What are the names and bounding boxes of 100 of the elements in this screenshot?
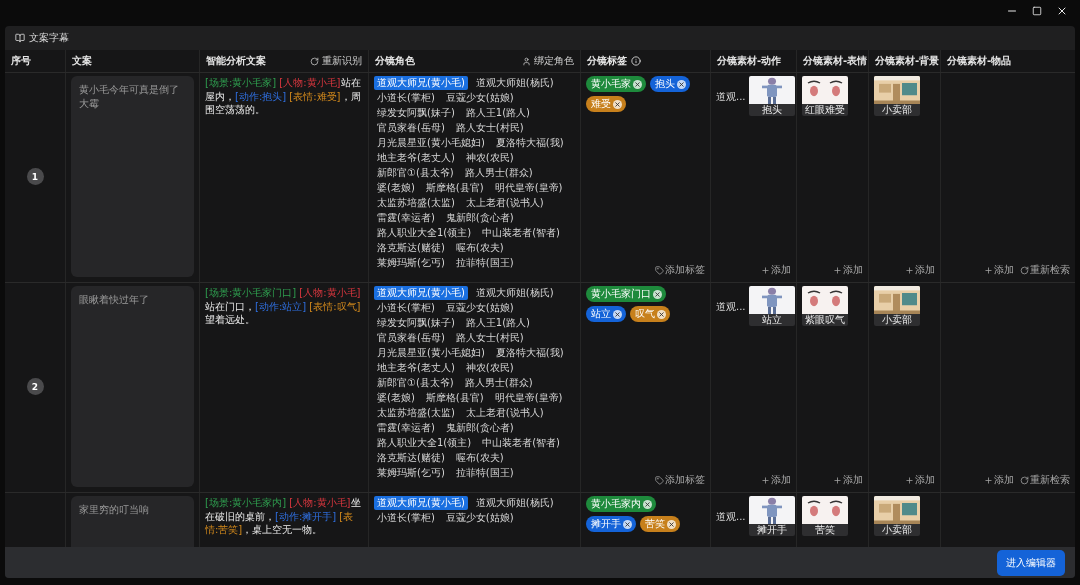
thumbnail-card[interactable]: 小卖部 [874, 76, 920, 116]
role-option[interactable]: 新郎官①(县太爷) [374, 376, 457, 390]
role-option[interactable]: 雷霆(幸运者) [374, 421, 438, 435]
add-button[interactable]: 添加 [761, 473, 791, 487]
role-option[interactable]: 拉菲特(国王) [452, 256, 517, 270]
add-button[interactable]: 添加 [984, 473, 1014, 487]
role-option[interactable]: 中山装老者(智者) [479, 226, 563, 240]
add-button[interactable]: 添加 [905, 263, 935, 277]
role-option[interactable]: 绿发女阿飘(妹子) [374, 106, 458, 120]
role-option[interactable]: 神农(农民) [462, 361, 517, 375]
tag-chip[interactable]: 黄小毛家内 [586, 496, 656, 512]
tag-chip[interactable]: 黄小毛家门口 [586, 286, 666, 302]
role-option[interactable]: 小道长(掌柜) [374, 91, 438, 105]
remove-icon[interactable] [633, 79, 642, 89]
tag-chip[interactable]: 摊开手 [586, 516, 636, 532]
role-option[interactable]: 道观大师姐(杨氏) [472, 76, 557, 90]
remove-icon[interactable] [613, 99, 622, 109]
remove-icon[interactable] [667, 519, 676, 529]
role-option[interactable]: 斯摩格(县官) [422, 391, 487, 405]
script-field[interactable]: 黄小毛今年可真是倒了大霉 [71, 76, 194, 277]
role-option[interactable]: 地主老爷(老丈人) [374, 151, 458, 165]
tag-chip[interactable]: 站立 [586, 306, 626, 322]
thumbnail-card[interactable]: 抱头 [748, 76, 795, 116]
script-field[interactable]: 眼瞅着快过年了 [71, 286, 194, 487]
role-option[interactable]: 太上老君(说书人) [462, 406, 547, 420]
role-option[interactable]: 官员家眷(岳母) [374, 331, 448, 345]
add-button[interactable]: 添加 [833, 263, 863, 277]
close-icon[interactable] [1056, 5, 1068, 17]
role-option[interactable]: 道观大师兄(黄小毛) [374, 76, 468, 90]
role-option[interactable]: 中山装老者(智者) [479, 436, 563, 450]
role-option[interactable]: 道观大师姐(杨氏) [472, 496, 557, 510]
role-option[interactable]: 喔布(农夫) [452, 241, 507, 255]
role-option[interactable]: 婆(老娘) [374, 181, 418, 195]
thumbnail-card[interactable]: 苦笑 [802, 496, 848, 536]
role-option[interactable]: 鬼新郎(贪心者) [442, 421, 517, 435]
role-option[interactable]: 明代皇帝(皇帝) [491, 391, 566, 405]
add-button[interactable]: 添加 [984, 263, 1014, 277]
role-option[interactable]: 路人职业大全1(领主) [374, 226, 475, 240]
role-option[interactable]: 斯摩格(县官) [422, 181, 487, 195]
role-option[interactable]: 路人女士(村民) [452, 331, 527, 345]
role-option[interactable]: 太上老君(说书人) [462, 196, 547, 210]
add-button[interactable]: 添加 [833, 473, 863, 487]
remove-icon[interactable] [653, 289, 662, 299]
role-option[interactable]: 官员家眷(岳母) [374, 121, 448, 135]
role-option[interactable]: 夏洛特大福(我) [492, 136, 567, 150]
role-option[interactable]: 鬼新郎(贪心者) [442, 211, 517, 225]
role-option[interactable]: 新郎官①(县太爷) [374, 166, 457, 180]
role-option[interactable]: 道观大师兄(黄小毛) [374, 496, 468, 510]
role-option[interactable]: 路人男士(群众) [461, 166, 536, 180]
script-field[interactable]: 家里穷的叮当响 [71, 496, 194, 547]
remove-icon[interactable] [623, 519, 632, 529]
thumbnail-card[interactable]: 红眼难受 [802, 76, 848, 116]
role-option[interactable]: 莱姆玛斯(乞丐) [374, 256, 448, 270]
role-option[interactable]: 太监苏培盛(太监) [374, 196, 458, 210]
role-option[interactable]: 道观大师姐(杨氏) [472, 286, 557, 300]
role-option[interactable]: 夏洛特大福(我) [492, 346, 567, 360]
tag-chip[interactable]: 黄小毛家 [586, 76, 646, 92]
role-option[interactable]: 路人王1(路人) [462, 316, 533, 330]
remove-icon[interactable] [677, 79, 686, 89]
tag-chip[interactable]: 抱头 [650, 76, 690, 92]
role-option[interactable]: 豆蔻少女(姑娘) [442, 91, 517, 105]
role-option[interactable]: 道观大师兄(黄小毛) [374, 286, 468, 300]
role-option[interactable]: 喔布(农夫) [452, 451, 507, 465]
thumbnail-card[interactable]: 摊开手 [748, 496, 795, 536]
header-action-button[interactable]: 重新识别 [310, 54, 362, 68]
role-option[interactable]: 路人王1(路人) [462, 106, 533, 120]
role-option[interactable]: 莱姆玛斯(乞丐) [374, 466, 448, 480]
add-tag-button[interactable]: 添加标签 [655, 263, 705, 277]
enter-editor-button[interactable]: 进入编辑器 [997, 549, 1065, 576]
role-option[interactable]: 豆蔻少女(姑娘) [442, 511, 517, 525]
role-option[interactable]: 小道长(掌柜) [374, 511, 438, 525]
role-option[interactable]: 太监苏培盛(太监) [374, 406, 458, 420]
role-option[interactable]: 拉菲特(国王) [452, 466, 517, 480]
role-option[interactable]: 雷霆(幸运者) [374, 211, 438, 225]
role-option[interactable]: 豆蔻少女(姑娘) [442, 301, 517, 315]
thumbnail-card[interactable]: 小卖部 [874, 286, 920, 326]
role-option[interactable]: 月光晨星亚(黄小毛媳妇) [374, 346, 488, 360]
thumbnail-card[interactable]: 站立 [748, 286, 795, 326]
role-option[interactable]: 月光晨星亚(黄小毛媳妇) [374, 136, 488, 150]
role-option[interactable]: 小道长(掌柜) [374, 301, 438, 315]
role-option[interactable]: 地主老爷(老丈人) [374, 361, 458, 375]
role-option[interactable]: 明代皇帝(皇帝) [491, 181, 566, 195]
remove-icon[interactable] [643, 499, 652, 509]
add-button[interactable]: 添加 [905, 473, 935, 487]
role-option[interactable]: 洛克斯达(赌徒) [374, 241, 448, 255]
remove-icon[interactable] [657, 309, 666, 319]
maximize-icon[interactable] [1032, 6, 1042, 16]
header-action-button[interactable]: 绑定角色 [522, 54, 574, 68]
role-option[interactable]: 绿发女阿飘(妹子) [374, 316, 458, 330]
role-option[interactable]: 洛克斯达(赌徒) [374, 451, 448, 465]
add-tag-button[interactable]: 添加标签 [655, 473, 705, 487]
role-option[interactable]: 路人男士(群众) [461, 376, 536, 390]
role-option[interactable]: 婆(老娘) [374, 391, 418, 405]
research-button[interactable]: 重新检索 [1020, 263, 1070, 277]
role-option[interactable]: 神农(农民) [462, 151, 517, 165]
thumbnail-card[interactable]: 紫眼叹气 [802, 286, 848, 326]
role-option[interactable]: 路人女士(村民) [452, 121, 527, 135]
add-button[interactable]: 添加 [761, 263, 791, 277]
remove-icon[interactable] [613, 309, 622, 319]
research-button[interactable]: 重新检索 [1020, 473, 1070, 487]
